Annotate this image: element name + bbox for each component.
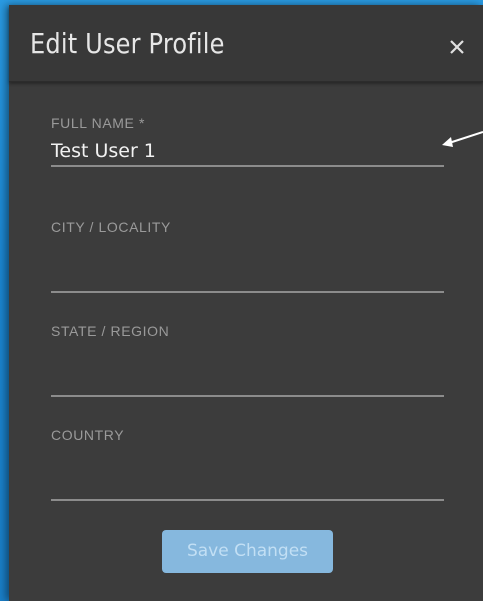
dialog-title: Edit User Profile — [30, 27, 225, 60]
full-name-label: FULL NAME * — [51, 115, 145, 131]
dialog-header: Edit User Profile — [9, 5, 483, 82]
close-icon — [445, 35, 469, 59]
close-button[interactable] — [445, 35, 469, 59]
country-label: COUNTRY — [51, 427, 125, 443]
country-input[interactable] — [51, 471, 444, 501]
full-name-input[interactable] — [51, 137, 444, 167]
state-label: STATE / REGION — [51, 323, 170, 339]
city-label: CITY / LOCALITY — [51, 219, 171, 235]
save-changes-button[interactable]: Save Changes — [162, 530, 333, 573]
city-input[interactable] — [51, 263, 444, 293]
state-input[interactable] — [51, 367, 444, 397]
pointer-arrow-icon — [440, 128, 483, 154]
edit-profile-dialog: Edit User Profile FULL NAME * CITY / LOC… — [9, 5, 483, 601]
